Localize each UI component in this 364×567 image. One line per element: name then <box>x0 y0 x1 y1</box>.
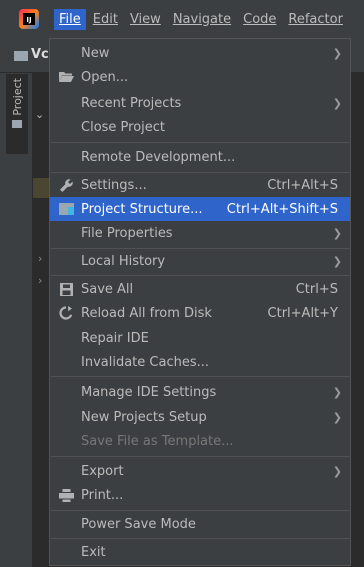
submenu-arrow-icon: ❯ <box>332 226 342 240</box>
menu-item-label: Save All <box>81 281 134 297</box>
menu-separator <box>51 142 351 143</box>
menu-file[interactable]: File <box>54 8 86 30</box>
menu-separator <box>51 456 351 457</box>
submenu-arrow-icon: ❯ <box>332 385 342 399</box>
project-tab-label: Project <box>10 78 24 116</box>
main-menu-bar: IJ File Edit View Navigate Code Refactor <box>0 0 364 38</box>
tree-chevron-icon[interactable]: › <box>38 252 42 265</box>
menu-item-power-save-mode[interactable]: Power Save Mode <box>50 512 350 536</box>
shortcut-label: Ctrl+Alt+S <box>267 177 338 193</box>
tree-chevron-icon[interactable]: › <box>38 274 42 287</box>
submenu-arrow-icon: ❯ <box>332 96 342 110</box>
menu-item-label: Manage IDE Settings <box>81 384 217 400</box>
menu-item-save-file-as-template: Save File as Template... <box>50 429 350 453</box>
project-structure-icon <box>58 202 74 216</box>
menu-item-label: Reload All from Disk <box>81 305 212 321</box>
menu-item-new-projects-setup[interactable]: New Projects Setup ❯ <box>50 405 350 429</box>
menu-item-save-all[interactable]: Save All Ctrl+S <box>50 277 350 301</box>
menu-item-label: Recent Projects <box>81 95 182 111</box>
menu-item-print[interactable]: Print... <box>50 483 350 507</box>
submenu-arrow-icon: ❯ <box>332 410 342 424</box>
printer-icon <box>58 488 74 502</box>
menu-item-manage-ide-settings[interactable]: Manage IDE Settings ❯ <box>50 380 350 404</box>
menu-item-label: New Projects Setup <box>81 409 207 425</box>
menu-item-export[interactable]: Export ❯ <box>50 459 350 483</box>
menu-item-label: Local History <box>81 253 166 269</box>
submenu-arrow-icon: ❯ <box>332 464 342 478</box>
menu-item-recent-projects[interactable]: Recent Projects ❯ <box>50 91 350 115</box>
menu-item-file-properties[interactable]: File Properties ❯ <box>50 221 350 245</box>
menu-item-label: Close Project <box>81 119 166 135</box>
menu-item-exit[interactable]: Exit <box>50 540 350 564</box>
menu-item-close-project[interactable]: Close Project <box>50 115 350 139</box>
menu-item-remote-development[interactable]: Remote Development... <box>50 145 350 169</box>
open-folder-icon <box>58 70 74 84</box>
shortcut-label: Ctrl+Alt+Shift+S <box>226 201 338 217</box>
menu-item-new[interactable]: New ❯ <box>50 41 350 65</box>
menu-separator <box>51 275 351 276</box>
menu-edit[interactable]: Edit <box>88 9 123 30</box>
menu-item-label: Invalidate Caches... <box>81 354 210 370</box>
menu-item-settings[interactable]: Settings... Ctrl+Alt+S <box>50 173 350 197</box>
menu-item-label: Exit <box>81 544 106 560</box>
shortcut-label: Ctrl+S <box>295 281 338 297</box>
wrench-icon <box>58 178 74 192</box>
menu-code[interactable]: Code <box>238 9 281 30</box>
menu-item-project-structure[interactable]: Project Structure... Ctrl+Alt+Shift+S <box>50 197 350 221</box>
refresh-icon <box>58 306 74 320</box>
menu-item-label: New <box>81 45 110 61</box>
menu-item-label: Repair IDE <box>81 330 149 346</box>
save-icon <box>58 282 74 296</box>
menu-item-open[interactable]: Open... <box>50 65 350 89</box>
menu-separator <box>51 538 351 539</box>
submenu-arrow-icon: ❯ <box>332 46 342 60</box>
menu-item-label: Power Save Mode <box>81 516 196 532</box>
menu-item-label: Remote Development... <box>81 149 236 165</box>
submenu-arrow-icon: ❯ <box>332 254 342 268</box>
tree-expand-chevron-icon[interactable]: ⌄ <box>35 108 44 121</box>
menu-item-reload-all[interactable]: Reload All from Disk Ctrl+Alt+Y <box>50 301 350 325</box>
menu-item-label: File Properties <box>81 225 173 241</box>
shortcut-label: Ctrl+Alt+Y <box>267 305 338 321</box>
menu-item-label: Save File as Template... <box>81 433 234 449</box>
menu-item-label: Open... <box>81 69 129 85</box>
menu-separator <box>51 376 351 377</box>
menu-item-repair-ide[interactable]: Repair IDE <box>50 326 350 350</box>
menu-item-label: Print... <box>81 487 124 503</box>
menu-item-label: Project Structure... <box>81 201 203 217</box>
menu-item-label: Export <box>81 463 124 479</box>
menu-separator <box>51 510 351 511</box>
menu-item-label: Settings... <box>81 177 147 193</box>
intellij-logo-icon: IJ <box>19 9 39 29</box>
folder-icon <box>12 119 22 128</box>
project-name[interactable]: Vc <box>31 47 49 62</box>
menu-item-local-history[interactable]: Local History ❯ <box>50 249 350 273</box>
project-folder-icon <box>14 51 28 61</box>
menu-refactor[interactable]: Refactor <box>283 9 348 30</box>
project-tool-tab[interactable]: Project <box>6 74 28 154</box>
menu-navigate[interactable]: Navigate <box>168 9 236 30</box>
menu-view[interactable]: View <box>125 9 166 30</box>
file-menu-dropdown: New ❯ Open... Recent Projects ❯ Close Pr… <box>49 38 351 566</box>
menu-item-invalidate-caches[interactable]: Invalidate Caches... <box>50 350 350 374</box>
